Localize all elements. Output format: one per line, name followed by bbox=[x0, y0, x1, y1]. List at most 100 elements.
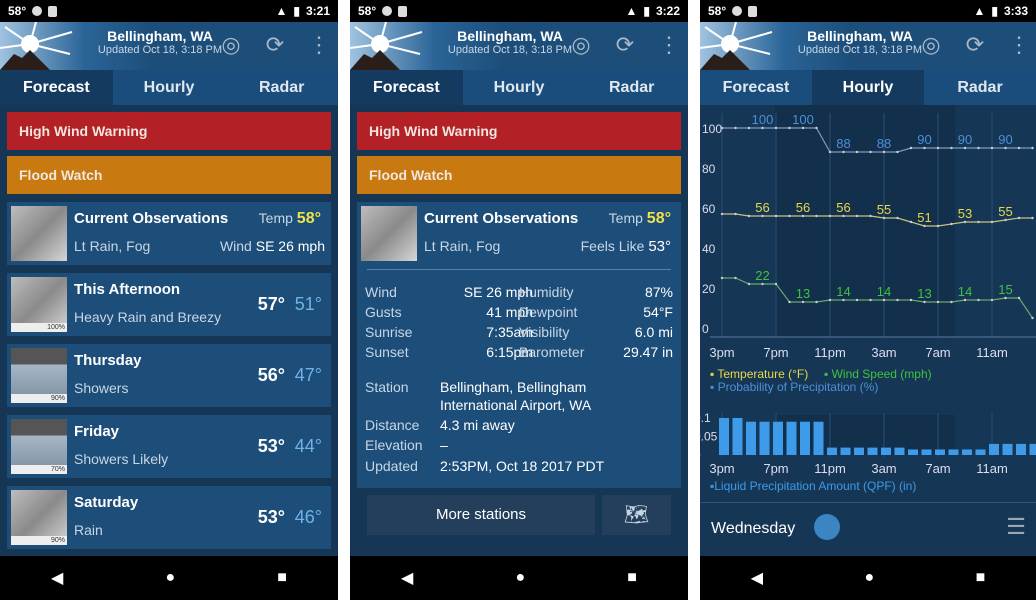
forecast-card[interactable]: 90% Thursday Showers 56° 47° bbox=[7, 344, 331, 407]
data-point bbox=[963, 298, 967, 302]
data-label: 56 bbox=[836, 200, 850, 215]
high-wind-warning-alert[interactable]: High Wind Warning bbox=[357, 112, 681, 150]
qpf-bar bbox=[935, 449, 945, 455]
bar-y-tick-label: 0 bbox=[700, 448, 701, 462]
home-icon[interactable]: ● bbox=[165, 569, 175, 587]
status-bar: 58° ▲ ▮ 3:33 bbox=[700, 0, 1036, 22]
data-label: 14 bbox=[877, 284, 891, 299]
back-icon[interactable]: ◀ bbox=[401, 568, 413, 588]
qpf-bar bbox=[948, 449, 959, 455]
data-point bbox=[720, 126, 724, 130]
recents-icon[interactable]: ■ bbox=[627, 569, 637, 587]
current-observations-card[interactable]: Current Observations Lt Rain, Fog Temp 5… bbox=[7, 202, 331, 265]
data-point bbox=[977, 220, 980, 224]
location-title: Bellingham, WA bbox=[107, 28, 213, 44]
data-point bbox=[869, 214, 872, 218]
data-point bbox=[801, 126, 805, 130]
recents-icon[interactable]: ■ bbox=[976, 569, 986, 587]
battery-icon: ▮ bbox=[991, 4, 998, 18]
divider bbox=[700, 502, 1036, 503]
flood-watch-alert[interactable]: Flood Watch bbox=[357, 156, 681, 194]
tab-bar: Forecast Hourly Radar bbox=[0, 70, 338, 105]
data-point bbox=[882, 216, 886, 220]
locate-icon[interactable]: ◎ bbox=[568, 32, 594, 58]
phone-forecast: 58° ▲ ▮ 3:21 Bellingham, WA Updated Oct 18, … bbox=[0, 0, 338, 600]
locate-icon[interactable]: ◎ bbox=[918, 32, 944, 58]
qpf-bar bbox=[1002, 443, 1013, 455]
refresh-icon[interactable]: ⟳ bbox=[612, 32, 638, 58]
location-title: Bellingham, WA bbox=[807, 28, 913, 44]
data-point bbox=[815, 300, 818, 304]
detail-label: Humidity bbox=[519, 284, 574, 300]
forecast-condition: Showers Likely bbox=[74, 451, 169, 467]
high-wind-warning-alert[interactable]: High Wind Warning bbox=[7, 112, 331, 150]
forecast-card[interactable]: 90% Saturday Rain 53° 46° bbox=[7, 486, 331, 549]
data-point bbox=[761, 214, 764, 218]
more-menu-icon[interactable]: ⋮ bbox=[306, 32, 332, 58]
data-point bbox=[774, 214, 778, 218]
data-point bbox=[747, 214, 751, 218]
data-label: 15 bbox=[998, 282, 1012, 297]
refresh-icon[interactable]: ⟳ bbox=[962, 32, 988, 58]
back-icon[interactable]: ◀ bbox=[751, 568, 763, 588]
tab-radar[interactable]: Radar bbox=[225, 70, 338, 105]
recents-icon[interactable]: ■ bbox=[277, 569, 287, 587]
x-tick-label: 3am bbox=[871, 345, 896, 360]
phone-hourly: 58° ▲ ▮ 3:33 Bellingham, WA Updated Oct 18, … bbox=[700, 0, 1036, 600]
tab-radar[interactable]: Radar bbox=[924, 70, 1036, 105]
data-label: 53 bbox=[958, 206, 972, 221]
qpf-bar bbox=[800, 421, 810, 455]
forecast-day: This Afternoon bbox=[74, 281, 181, 298]
data-label: 55 bbox=[877, 202, 891, 217]
data-point bbox=[990, 220, 994, 224]
home-icon[interactable]: ● bbox=[864, 569, 874, 587]
wind-label: Wind bbox=[219, 238, 252, 254]
data-point bbox=[828, 298, 832, 302]
data-point bbox=[747, 282, 751, 286]
data-point bbox=[923, 146, 926, 150]
rain-image: 100% bbox=[11, 277, 67, 332]
map-icon[interactable]: 🗺 bbox=[602, 495, 671, 535]
tab-hourly[interactable]: Hourly bbox=[812, 70, 924, 105]
status-temp: 58° bbox=[358, 4, 377, 18]
tab-radar[interactable]: Radar bbox=[575, 70, 688, 105]
data-point bbox=[801, 214, 805, 218]
updated-time: Updated Oct 18, 3:18 PM bbox=[97, 44, 223, 56]
tab-hourly[interactable]: Hourly bbox=[113, 70, 226, 105]
tab-forecast[interactable]: Forecast bbox=[0, 70, 113, 105]
day-slider-thumb[interactable] bbox=[814, 514, 840, 540]
qpf-bar bbox=[786, 421, 797, 455]
data-label: 14 bbox=[958, 284, 972, 299]
tab-hourly[interactable]: Hourly bbox=[463, 70, 576, 105]
forecast-card[interactable]: 70% Friday Showers Likely 53° 44° bbox=[7, 415, 331, 478]
home-icon[interactable]: ● bbox=[515, 569, 525, 587]
data-point bbox=[828, 214, 832, 218]
detail-label: Gusts bbox=[365, 304, 402, 320]
more-menu-icon[interactable]: ⋮ bbox=[656, 32, 682, 58]
list-view-icon[interactable]: ☰ bbox=[1006, 516, 1026, 538]
data-point bbox=[977, 298, 980, 302]
detail-label: Wind bbox=[365, 284, 397, 300]
flood-watch-alert[interactable]: Flood Watch bbox=[7, 156, 331, 194]
data-point bbox=[734, 126, 737, 130]
tab-forecast[interactable]: Forecast bbox=[700, 70, 812, 105]
more-stations-button[interactable]: More stations bbox=[367, 495, 595, 535]
forecast-condition: Heavy Rain and Breezy bbox=[74, 309, 222, 325]
data-label: 88 bbox=[836, 136, 850, 151]
back-icon[interactable]: ◀ bbox=[51, 568, 63, 588]
data-point bbox=[842, 150, 845, 154]
detail-value: 29.47 in bbox=[623, 344, 673, 360]
y-tick-label: 60 bbox=[702, 202, 716, 216]
data-label: 88 bbox=[877, 136, 891, 151]
qpf-bar bbox=[1029, 443, 1036, 455]
tab-forecast[interactable]: Forecast bbox=[350, 70, 463, 105]
location-title: Bellingham, WA bbox=[457, 28, 563, 44]
sd-card-icon bbox=[398, 5, 408, 17]
more-menu-icon[interactable]: ⋮ bbox=[1006, 32, 1032, 58]
locate-icon[interactable]: ◎ bbox=[218, 32, 244, 58]
forecast-card[interactable]: 100% This Afternoon Heavy Rain and Breez… bbox=[7, 273, 331, 336]
status-temp: 58° bbox=[708, 4, 727, 18]
data-point bbox=[936, 224, 940, 228]
refresh-icon[interactable]: ⟳ bbox=[262, 32, 288, 58]
high-temp: 53° bbox=[257, 507, 285, 527]
